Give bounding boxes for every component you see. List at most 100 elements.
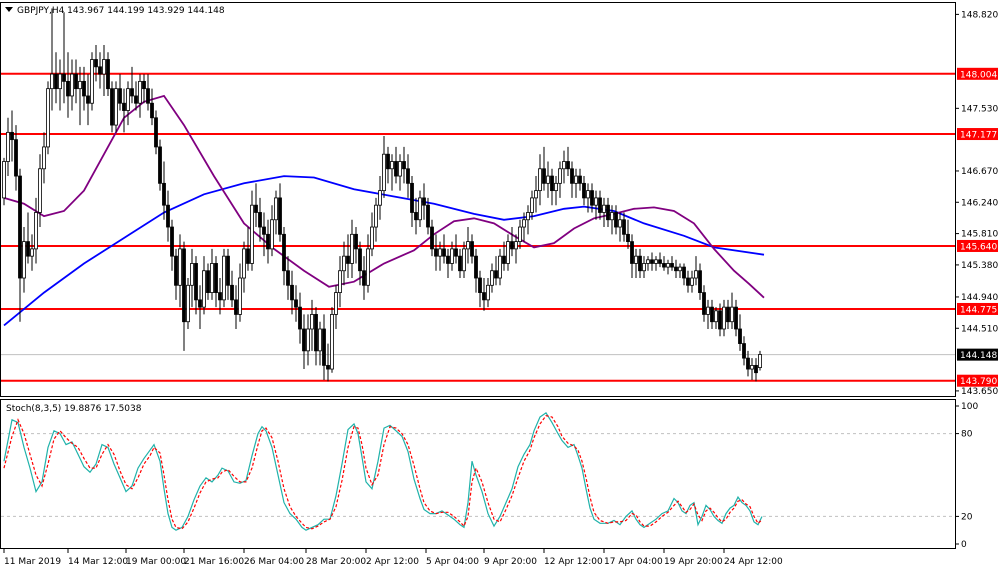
level-label-0: 148.004 <box>957 67 998 80</box>
candle <box>186 278 190 329</box>
candle-body <box>166 204 170 228</box>
candle-body <box>74 73 78 90</box>
candle-body <box>722 306 726 330</box>
time-axis-label: 28 Mar 20:00 <box>306 557 366 567</box>
candle-body <box>298 306 302 330</box>
time-axis-label: 9 Apr 20:00 <box>484 557 537 567</box>
candle-body <box>374 204 378 228</box>
candle-body <box>126 88 130 111</box>
candle-body <box>474 255 478 279</box>
candle-body <box>290 284 294 301</box>
candle-body <box>250 204 254 264</box>
candle-body <box>386 153 390 170</box>
candle-body <box>602 204 606 213</box>
candle-body <box>22 241 26 279</box>
stochastic-axis-label: 100 <box>961 402 978 412</box>
candle-body <box>690 277 694 286</box>
level-label-text: 148.004 <box>960 70 997 80</box>
candle-body <box>422 197 426 206</box>
candle-body <box>110 88 114 126</box>
candle-body <box>226 255 230 286</box>
candle-body <box>642 263 646 272</box>
candle-body <box>150 102 154 119</box>
candle-body <box>498 255 502 279</box>
time-axis-label: 26 Mar 04:00 <box>244 557 304 567</box>
time-axis-label: 14 Mar 12:00 <box>68 557 128 567</box>
candle-body <box>394 161 398 177</box>
candle-body <box>462 248 466 272</box>
candle-body <box>362 270 366 286</box>
candle-body <box>750 365 754 370</box>
candle-body <box>246 248 250 264</box>
candle-body <box>738 328 742 344</box>
candle-body <box>278 197 282 235</box>
candle-body <box>510 241 514 250</box>
candle-body <box>54 73 58 90</box>
candle-body <box>586 190 590 199</box>
price-axis-label: 144.940 <box>961 293 998 303</box>
current-price-text: 144.148 <box>960 351 997 361</box>
candle-body <box>538 168 542 192</box>
candle-body <box>26 241 30 257</box>
candle-body <box>710 306 714 323</box>
candle-body <box>450 248 454 264</box>
candle-body <box>14 139 18 177</box>
candle-body <box>90 59 94 104</box>
candle-body <box>294 299 298 308</box>
chart-canvas[interactable]: GBPJPY,H4 143.967 144.199 143.929 144.14… <box>0 0 1000 571</box>
time-axis-label: 5 Apr 04:00 <box>426 557 479 567</box>
candle <box>158 139 162 191</box>
level-label-3: 144.775 <box>957 302 998 315</box>
candle-body <box>122 102 126 111</box>
price-axis-label: 146.240 <box>961 198 998 208</box>
candle-body <box>18 175 22 279</box>
candle-body <box>66 80 70 97</box>
level-label-4: 143.790 <box>957 374 998 387</box>
candle-body <box>530 197 534 213</box>
candle-body <box>734 306 738 330</box>
level-label-2: 145.640 <box>957 239 998 252</box>
candle-body <box>82 80 86 97</box>
candle-body <box>266 233 270 250</box>
candle-body <box>558 168 562 184</box>
candle-body <box>582 182 586 199</box>
price-axis-label: 145.380 <box>961 261 998 271</box>
candle-body <box>514 241 518 250</box>
candle-body <box>590 190 594 206</box>
candle-body <box>678 266 682 272</box>
candle-body <box>470 241 474 257</box>
candle-body <box>670 263 674 268</box>
candle-body <box>638 255 642 272</box>
candle-body <box>650 259 654 264</box>
candle-body <box>326 365 330 370</box>
candle-body <box>398 161 402 177</box>
candle-body <box>306 328 310 352</box>
price-axis-label: 147.530 <box>961 104 998 114</box>
candle-body <box>178 248 182 286</box>
level-label-text: 145.640 <box>960 242 997 252</box>
time-axis-label: 19 Mar 00:00 <box>126 557 186 567</box>
time-axis-label: 21 Mar 16:00 <box>184 557 244 567</box>
candle-body <box>302 328 306 352</box>
candle-body <box>566 161 570 170</box>
candle-body <box>258 212 262 228</box>
candle-body <box>354 233 358 250</box>
candle-body <box>594 197 598 206</box>
time-axis-label: 12 Apr 12:00 <box>544 557 603 567</box>
candle-body <box>378 190 382 206</box>
candle-body <box>186 284 190 323</box>
candle-body <box>570 168 574 184</box>
candle-body <box>322 328 326 366</box>
candle-body <box>134 95 138 104</box>
candle-body <box>526 212 530 221</box>
level-label-text: 144.775 <box>960 305 997 315</box>
level-label-1: 147.177 <box>957 128 998 141</box>
candle-body <box>546 175 550 184</box>
candle-body <box>426 204 430 228</box>
chart-window[interactable]: GBPJPY,H4 143.967 144.199 143.929 144.14… <box>0 0 1000 571</box>
candle-body <box>614 212 618 228</box>
candle-body <box>674 266 678 272</box>
candle-body <box>198 299 202 308</box>
candle-body <box>518 226 522 243</box>
candle-body <box>350 233 354 264</box>
